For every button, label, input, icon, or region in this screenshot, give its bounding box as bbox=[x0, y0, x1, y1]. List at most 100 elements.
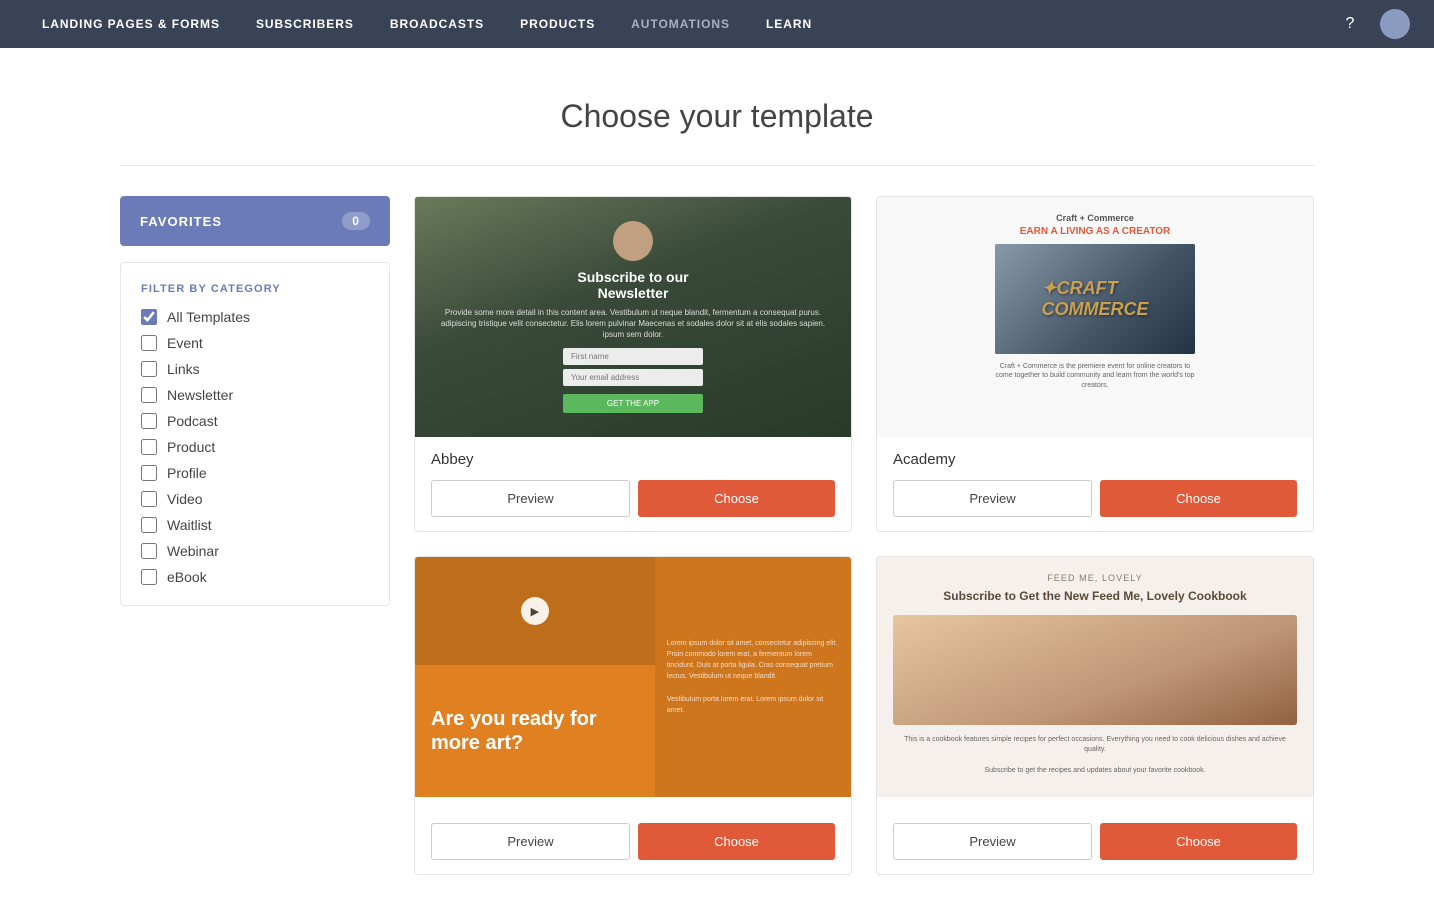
filter-podcast-checkbox[interactable] bbox=[141, 413, 157, 429]
academy-logo-line2: EARN A LIVING AS A CREATOR bbox=[1020, 225, 1171, 238]
filter-newsletter-checkbox[interactable] bbox=[141, 387, 157, 403]
academy-info: Academy Preview Choose bbox=[877, 437, 1313, 531]
template3-headline: Are you ready for more art? bbox=[431, 707, 639, 755]
sidebar: FAVORITES 0 FILTER BY CATEGORY All Templ… bbox=[120, 196, 390, 875]
templates-area: Subscribe to ourNewsletter Provide some … bbox=[414, 196, 1314, 875]
header-divider bbox=[120, 165, 1314, 166]
template3-play-button[interactable]: ▶ bbox=[521, 597, 549, 625]
filter-all-label: All Templates bbox=[167, 309, 250, 325]
nav-items: Landing Pages & Forms Subscribers Broadc… bbox=[24, 0, 1336, 48]
filter-profile-checkbox[interactable] bbox=[141, 465, 157, 481]
filter-webinar-label: Webinar bbox=[167, 543, 219, 559]
nav-subscribers[interactable]: Subscribers bbox=[238, 0, 372, 48]
favorites-button[interactable]: FAVORITES 0 bbox=[120, 196, 390, 246]
filter-all-templates[interactable]: All Templates bbox=[141, 309, 369, 325]
nav-automations[interactable]: Automations bbox=[613, 0, 748, 48]
filter-event-checkbox[interactable] bbox=[141, 335, 157, 351]
abbey-info: Abbey Preview Choose bbox=[415, 437, 851, 531]
filter-event[interactable]: Event bbox=[141, 335, 369, 351]
templates-grid: Subscribe to ourNewsletter Provide some … bbox=[414, 196, 1314, 875]
academy-actions: Preview Choose bbox=[893, 480, 1297, 517]
template3-preview: ▶ Are you ready for more art? Lorem ipsu… bbox=[415, 557, 851, 797]
main-content: FAVORITES 0 FILTER BY CATEGORY All Templ… bbox=[0, 196, 1434, 915]
abbey-choose-button[interactable]: Choose bbox=[638, 480, 835, 517]
template3-right: Lorem ipsum dolor sit amet, consectetur … bbox=[655, 557, 851, 797]
template4-preview-button[interactable]: Preview bbox=[893, 823, 1092, 860]
nav-broadcasts[interactable]: Broadcasts bbox=[372, 0, 502, 48]
academy-preview-inner: Craft + Commerce EARN A LIVING AS A CREA… bbox=[877, 197, 1313, 437]
filter-ebook[interactable]: eBook bbox=[141, 569, 369, 585]
filter-waitlist[interactable]: Waitlist bbox=[141, 517, 369, 533]
filter-all-checkbox[interactable] bbox=[141, 309, 157, 325]
filter-event-label: Event bbox=[167, 335, 203, 351]
template3-info: Preview Choose bbox=[415, 797, 851, 874]
abbey-firstname-input[interactable] bbox=[563, 348, 703, 365]
filter-webinar[interactable]: Webinar bbox=[141, 543, 369, 559]
filter-video-label: Video bbox=[167, 491, 203, 507]
filter-links-checkbox[interactable] bbox=[141, 361, 157, 377]
academy-preview: Craft + Commerce EARN A LIVING AS A CREA… bbox=[877, 197, 1313, 437]
abbey-preview-button[interactable]: Preview bbox=[431, 480, 630, 517]
academy-logo-line1: Craft + Commerce bbox=[1020, 213, 1171, 225]
academy-image: ✦CRAFTCOMMERCE bbox=[995, 244, 1195, 354]
nav-learn[interactable]: Learn bbox=[748, 0, 830, 48]
filter-profile[interactable]: Profile bbox=[141, 465, 369, 481]
navigation: Landing Pages & Forms Subscribers Broadc… bbox=[0, 0, 1434, 48]
template3-choose-button[interactable]: Choose bbox=[638, 823, 835, 860]
abbey-avatar-image bbox=[613, 221, 653, 261]
template-card-academy: Craft + Commerce EARN A LIVING AS A CREA… bbox=[876, 196, 1314, 532]
filter-profile-label: Profile bbox=[167, 465, 207, 481]
filter-waitlist-checkbox[interactable] bbox=[141, 517, 157, 533]
help-icon[interactable]: ? bbox=[1336, 10, 1364, 38]
nav-right: ? bbox=[1336, 9, 1410, 39]
favorites-label: FAVORITES bbox=[140, 214, 222, 229]
filter-newsletter[interactable]: Newsletter bbox=[141, 387, 369, 403]
filter-webinar-checkbox[interactable] bbox=[141, 543, 157, 559]
filter-ebook-label: eBook bbox=[167, 569, 207, 585]
academy-description: Craft + Commerce is the premiere event f… bbox=[995, 362, 1195, 391]
filter-by-category-label: FILTER BY CATEGORY bbox=[141, 283, 369, 295]
academy-choose-button[interactable]: Choose bbox=[1100, 480, 1297, 517]
template3-video-area: ▶ bbox=[415, 557, 655, 665]
template4-actions: Preview Choose bbox=[893, 823, 1297, 860]
filter-podcast-label: Podcast bbox=[167, 413, 218, 429]
filter-newsletter-label: Newsletter bbox=[167, 387, 233, 403]
academy-logo: Craft + Commerce EARN A LIVING AS A CREA… bbox=[1020, 213, 1171, 238]
filter-ebook-checkbox[interactable] bbox=[141, 569, 157, 585]
abbey-email-input[interactable] bbox=[563, 369, 703, 386]
filter-waitlist-label: Waitlist bbox=[167, 517, 212, 533]
nav-landing-pages[interactable]: Landing Pages & Forms bbox=[24, 0, 238, 48]
abbey-preview: Subscribe to ourNewsletter Provide some … bbox=[415, 197, 851, 437]
filter-video[interactable]: Video bbox=[141, 491, 369, 507]
page-header: Choose your template bbox=[0, 48, 1434, 165]
abbey-body-text: Provide some more detail in this content… bbox=[435, 307, 831, 341]
abbey-actions: Preview Choose bbox=[431, 480, 835, 517]
filter-podcast[interactable]: Podcast bbox=[141, 413, 369, 429]
template4-choose-button[interactable]: Choose bbox=[1100, 823, 1297, 860]
filter-links-label: Links bbox=[167, 361, 200, 377]
page-title: Choose your template bbox=[0, 98, 1434, 135]
abbey-cta-button[interactable]: GET THE APP bbox=[563, 394, 703, 413]
filter-section: FILTER BY CATEGORY All Templates Event L… bbox=[120, 262, 390, 606]
template4-info: Preview Choose bbox=[877, 797, 1313, 874]
abbey-headline: Subscribe to ourNewsletter bbox=[435, 269, 831, 301]
template4-preview: FEED ME, LOVELY Subscribe to Get the New… bbox=[877, 557, 1313, 797]
academy-preview-button[interactable]: Preview bbox=[893, 480, 1092, 517]
template-card-abbey: Subscribe to ourNewsletter Provide some … bbox=[414, 196, 852, 532]
abbey-name: Abbey bbox=[431, 451, 835, 468]
filter-links[interactable]: Links bbox=[141, 361, 369, 377]
template3-body: Lorem ipsum dolor sit amet, consectetur … bbox=[667, 638, 839, 716]
template-card-4: FEED ME, LOVELY Subscribe to Get the New… bbox=[876, 556, 1314, 875]
template3-preview-button[interactable]: Preview bbox=[431, 823, 630, 860]
template4-subtitle: Subscribe to Get the New Feed Me, Lovely… bbox=[943, 589, 1246, 605]
filter-product-checkbox[interactable] bbox=[141, 439, 157, 455]
filter-video-checkbox[interactable] bbox=[141, 491, 157, 507]
user-avatar[interactable] bbox=[1380, 9, 1410, 39]
filter-items: All Templates Event Links Newsletter Pod… bbox=[141, 309, 369, 585]
nav-products[interactable]: Products bbox=[502, 0, 613, 48]
template4-brand-label: FEED ME, LOVELY bbox=[1047, 573, 1143, 583]
filter-product[interactable]: Product bbox=[141, 439, 369, 455]
template3-actions: Preview Choose bbox=[431, 823, 835, 860]
academy-craft-text: ✦CRAFTCOMMERCE bbox=[1042, 278, 1149, 320]
favorites-count: 0 bbox=[342, 212, 370, 230]
